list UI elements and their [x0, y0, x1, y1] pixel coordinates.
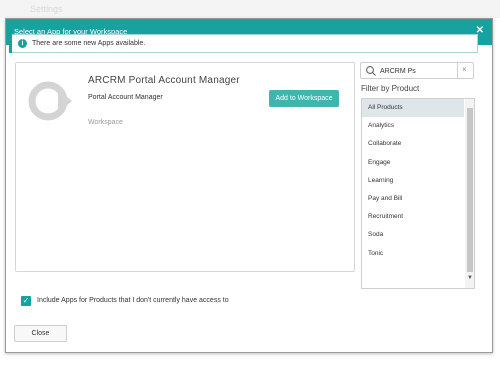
product-filter-list[interactable]: All Products Analytics Collaborate Engag…: [361, 98, 475, 289]
info-icon: i: [18, 39, 27, 48]
filter-heading: Filter by Product: [361, 84, 420, 93]
filter-item-collaborate[interactable]: Collaborate: [362, 135, 464, 153]
add-to-workspace-button[interactable]: Add to Workspace: [269, 90, 339, 107]
search-input[interactable]: [380, 65, 452, 77]
app-subtitle: Portal Account Manager: [88, 94, 163, 101]
app-card: ARCRM Portal Account Manager Portal Acco…: [15, 62, 355, 272]
app-category: Workspace: [88, 119, 123, 126]
filter-item-engage[interactable]: Engage: [362, 154, 464, 172]
search-box: ×: [360, 62, 474, 79]
clear-search-icon[interactable]: ×: [462, 65, 467, 74]
list-scrollbar[interactable]: ▼: [465, 99, 474, 288]
filter-item-learning[interactable]: Learning: [362, 172, 464, 190]
notice-text: There are some new Apps available.: [32, 40, 146, 47]
app-title: ARCRM Portal Account Manager: [88, 75, 240, 86]
new-apps-notice: i There are some new Apps available.: [9, 34, 478, 53]
filter-item-pay-and-bill[interactable]: Pay and Bill: [362, 190, 464, 208]
scrollbar-thumb[interactable]: [467, 108, 473, 272]
search-icon: [366, 66, 376, 76]
close-button[interactable]: Close: [14, 325, 67, 342]
filter-item-tonic[interactable]: Tonic: [362, 245, 464, 263]
background-page: Settings: [0, 0, 500, 18]
background-page-text: Settings: [30, 4, 63, 14]
filter-item-all-products[interactable]: All Products: [362, 99, 464, 118]
filter-item-analytics[interactable]: Analytics: [362, 117, 464, 135]
filter-item-soda[interactable]: Soda: [362, 226, 464, 244]
scroll-down-icon[interactable]: ▼: [467, 275, 473, 281]
search-divider: [457, 63, 458, 78]
app-logo: [28, 81, 72, 121]
filter-item-recruitment[interactable]: Recruitment: [362, 208, 464, 226]
include-apps-label: Include Apps for Products that I don't c…: [37, 297, 229, 304]
include-apps-checkbox[interactable]: ✓: [21, 296, 31, 306]
